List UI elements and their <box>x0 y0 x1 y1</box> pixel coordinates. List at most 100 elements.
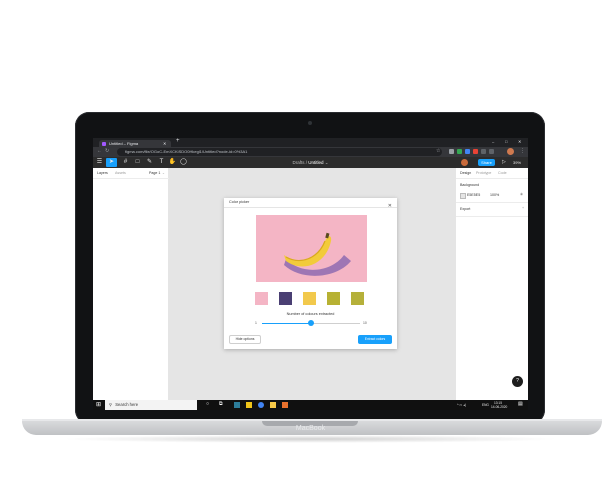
reload-icon[interactable]: ↻ <box>105 148 109 154</box>
extension-icon[interactable] <box>465 149 470 154</box>
tab-design[interactable]: Design <box>460 171 471 175</box>
tab-layers[interactable]: Layers <box>97 171 108 175</box>
tab-code[interactable]: Code <box>498 171 507 175</box>
share-button[interactable]: Share <box>478 159 495 166</box>
windows-start-icon[interactable]: ⊞ <box>96 401 101 408</box>
address-bar[interactable]: figma.com/file/OGoC-EmXCKiSDO0Hkegl1/Unt… <box>117 148 442 156</box>
help-button[interactable]: ? <box>512 376 523 387</box>
layers-panel: Layers Assets Page 1 ⌄ <box>93 168 169 400</box>
background-hex[interactable]: E5E5E5 <box>467 193 480 197</box>
color-swatch[interactable] <box>327 292 340 305</box>
browser-tab-bar: Untitled – Figma ✕ + – □ ✕ <box>93 138 528 147</box>
search-placeholder: Search here <box>115 402 139 407</box>
slider-max-label: 10 <box>363 321 367 325</box>
store-icon[interactable] <box>234 402 240 408</box>
close-window-button[interactable]: ✕ <box>518 139 521 144</box>
extract-colors-button[interactable]: Extract colors <box>358 335 392 344</box>
extension-icon[interactable] <box>489 149 494 154</box>
figma-toolbar: Drafts / Untitled ⌄ ☰ ➤ # □ ✎ T ✋ ◯ Shar… <box>93 157 528 168</box>
laptop-shadow <box>60 435 560 443</box>
chevron-down-icon[interactable]: ⌄ <box>162 171 165 175</box>
color-swatch[interactable] <box>255 292 268 305</box>
laptop-screen: Untitled – Figma ✕ + – □ ✕ ← ↻ figma.com… <box>93 138 528 410</box>
tab-assets[interactable]: Assets <box>115 171 126 175</box>
slider-fill <box>262 323 311 324</box>
clock-date[interactable]: 14-06-2020 <box>491 405 507 409</box>
tray-icons[interactable]: ^ ▭ ◂) <box>457 403 466 407</box>
properties-panel: Design Prototype Code Background E5E5E5 … <box>455 168 528 400</box>
extension-icon[interactable] <box>473 149 478 154</box>
hand-tool-icon[interactable]: ✋ <box>168 158 177 167</box>
close-icon[interactable]: ✕ <box>388 203 392 209</box>
vlc-icon[interactable] <box>282 402 288 408</box>
background-opacity[interactable]: 100% <box>490 193 499 197</box>
extension-icon[interactable] <box>481 149 486 154</box>
figma-favicon-icon <box>102 141 106 146</box>
slider-min-label: 1 <box>255 321 257 325</box>
zoom-level[interactable]: 39% <box>513 160 521 165</box>
slider-label: Number of colours extracted <box>286 312 335 316</box>
divider <box>456 216 528 217</box>
chevron-down-icon[interactable]: ⌄ <box>325 160 329 165</box>
comment-tool-icon[interactable]: ◯ <box>179 158 188 167</box>
minimize-button[interactable]: – <box>492 139 494 144</box>
cortana-icon[interactable]: ○ <box>206 401 209 407</box>
browser-menu-icon[interactable]: ⋮ <box>520 148 525 154</box>
divider <box>93 178 169 179</box>
main-menu-icon[interactable]: ☰ <box>95 158 104 167</box>
background-color-swatch[interactable] <box>460 193 466 199</box>
language-indicator[interactable]: ENG <box>482 403 489 407</box>
task-view-icon[interactable]: ⧉ <box>219 401 223 407</box>
hide-options-button[interactable]: Hide options <box>229 335 261 344</box>
divider <box>456 202 528 203</box>
camera <box>308 121 312 125</box>
source-image <box>256 215 367 282</box>
slider-handle[interactable] <box>308 320 314 326</box>
profile-avatar[interactable] <box>507 148 514 155</box>
text-tool-icon[interactable]: T <box>157 158 166 167</box>
url-text: figma.com/file/OGoC-EmXCKiSDO0Hkegl1/Unt… <box>125 149 248 154</box>
file-explorer-icon[interactable] <box>246 402 252 408</box>
page-selector[interactable]: Page 1 <box>149 171 160 175</box>
close-tab-icon[interactable]: ✕ <box>163 140 166 147</box>
color-swatch[interactable] <box>351 292 364 305</box>
shape-tool-icon[interactable]: □ <box>133 158 142 167</box>
banana-image <box>256 215 367 282</box>
bookmark-star-icon[interactable]: ☆ <box>436 148 440 154</box>
breadcrumb-drafts[interactable]: Drafts / <box>292 160 307 165</box>
browser-toolbar: ← ↻ figma.com/file/OGoC-EmXCKiSDO0Hkegl1… <box>93 147 528 157</box>
file-name[interactable]: Untitled <box>308 160 323 165</box>
background-label: Background <box>460 183 480 187</box>
back-icon[interactable]: ← <box>97 148 102 154</box>
tab-prototype[interactable]: Prototype <box>476 171 491 175</box>
present-icon[interactable]: ▷ <box>502 159 506 165</box>
color-picker-dialog: Color picker ✕ Number of colours extract… <box>224 198 397 349</box>
export-label: Export <box>460 207 471 211</box>
chrome-icon[interactable] <box>258 402 264 408</box>
color-swatch[interactable] <box>303 292 316 305</box>
browser-tab-title: Untitled – Figma <box>109 141 139 146</box>
eye-icon[interactable]: ◉ <box>520 192 523 196</box>
taskbar-search[interactable]: ⚲ Search here <box>105 400 197 410</box>
divider <box>456 178 528 179</box>
sticky-notes-icon[interactable] <box>270 402 276 408</box>
extension-icon[interactable] <box>449 149 454 154</box>
clock-time[interactable]: 13:15 <box>494 401 502 405</box>
divider <box>224 207 397 208</box>
add-export-icon[interactable]: + <box>522 206 524 210</box>
dialog-title: Color picker <box>229 200 250 204</box>
notification-icon[interactable]: ▤ <box>518 401 523 407</box>
maximize-button[interactable]: □ <box>505 139 507 144</box>
search-icon: ⚲ <box>109 402 113 407</box>
brand-area: MacBook <box>93 420 528 432</box>
avatar[interactable] <box>461 159 468 166</box>
frame-tool-icon[interactable]: # <box>121 158 130 167</box>
pen-tool-icon[interactable]: ✎ <box>145 158 154 167</box>
browser-tab[interactable]: Untitled – Figma ✕ <box>99 140 171 147</box>
taskbar: ⊞ ⚲ Search here ○ ⧉ ^ ▭ ◂) ENG 13:15 14-… <box>93 400 528 410</box>
brand-label: MacBook <box>295 425 326 432</box>
new-tab-button[interactable]: + <box>176 138 180 144</box>
color-swatch[interactable] <box>279 292 292 305</box>
extension-icon[interactable] <box>457 149 462 154</box>
move-tool-icon[interactable]: ➤ <box>106 158 117 167</box>
